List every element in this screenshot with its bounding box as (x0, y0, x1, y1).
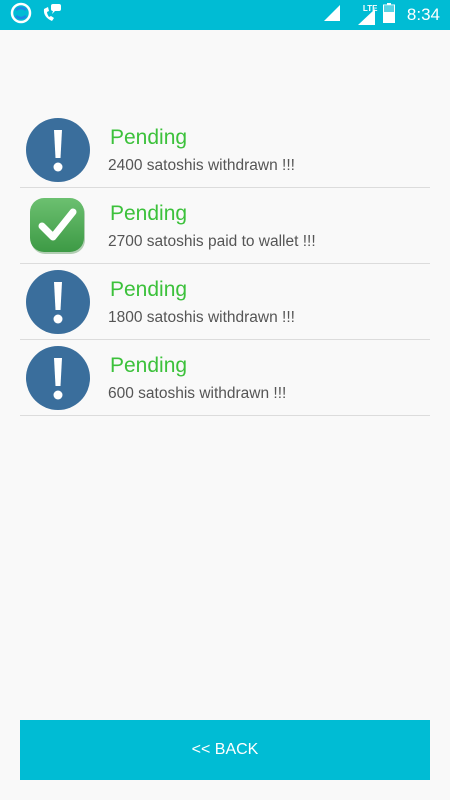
battery-icon (382, 2, 395, 28)
transaction-description: 1800 satoshis withdrawn !!! (108, 309, 295, 326)
transaction-description: 600 satoshis withdrawn !!! (108, 385, 287, 402)
checkmark-icon (26, 194, 90, 258)
transaction-status: Pending (110, 202, 188, 225)
list-item[interactable]: Pending 2400 satoshis withdrawn !!! (20, 112, 430, 188)
status-time: 8:34 (406, 5, 440, 24)
status-notifications (10, 2, 62, 29)
lte-signal-icon: LTE (347, 4, 377, 26)
list-item[interactable]: Pending 2700 satoshis paid to wallet !!! (20, 188, 430, 264)
list-item[interactable]: Pending 600 satoshis withdrawn !!! (20, 340, 430, 416)
back-button[interactable]: << BACK (20, 720, 430, 780)
phone-chat-icon (40, 2, 62, 29)
transaction-status: Pending (110, 354, 188, 377)
status-system: LTE 8:34 (323, 0, 440, 30)
status-bar: LTE 8:34 (0, 0, 450, 30)
exclamation-icon (26, 118, 90, 182)
transaction-status: Pending (110, 278, 188, 301)
transaction-list: Pending 2400 satoshis withdrawn !!! Pend… (20, 112, 430, 416)
transaction-status: Pending (110, 126, 188, 149)
wifi-signal-icon (323, 4, 341, 27)
transaction-description: 2700 satoshis paid to wallet !!! (108, 233, 316, 250)
sync-icon (10, 2, 32, 29)
transaction-description: 2400 satoshis withdrawn !!! (108, 157, 295, 174)
exclamation-icon (26, 346, 90, 410)
exclamation-icon (26, 270, 90, 334)
list-item[interactable]: Pending 1800 satoshis withdrawn !!! (20, 264, 430, 340)
